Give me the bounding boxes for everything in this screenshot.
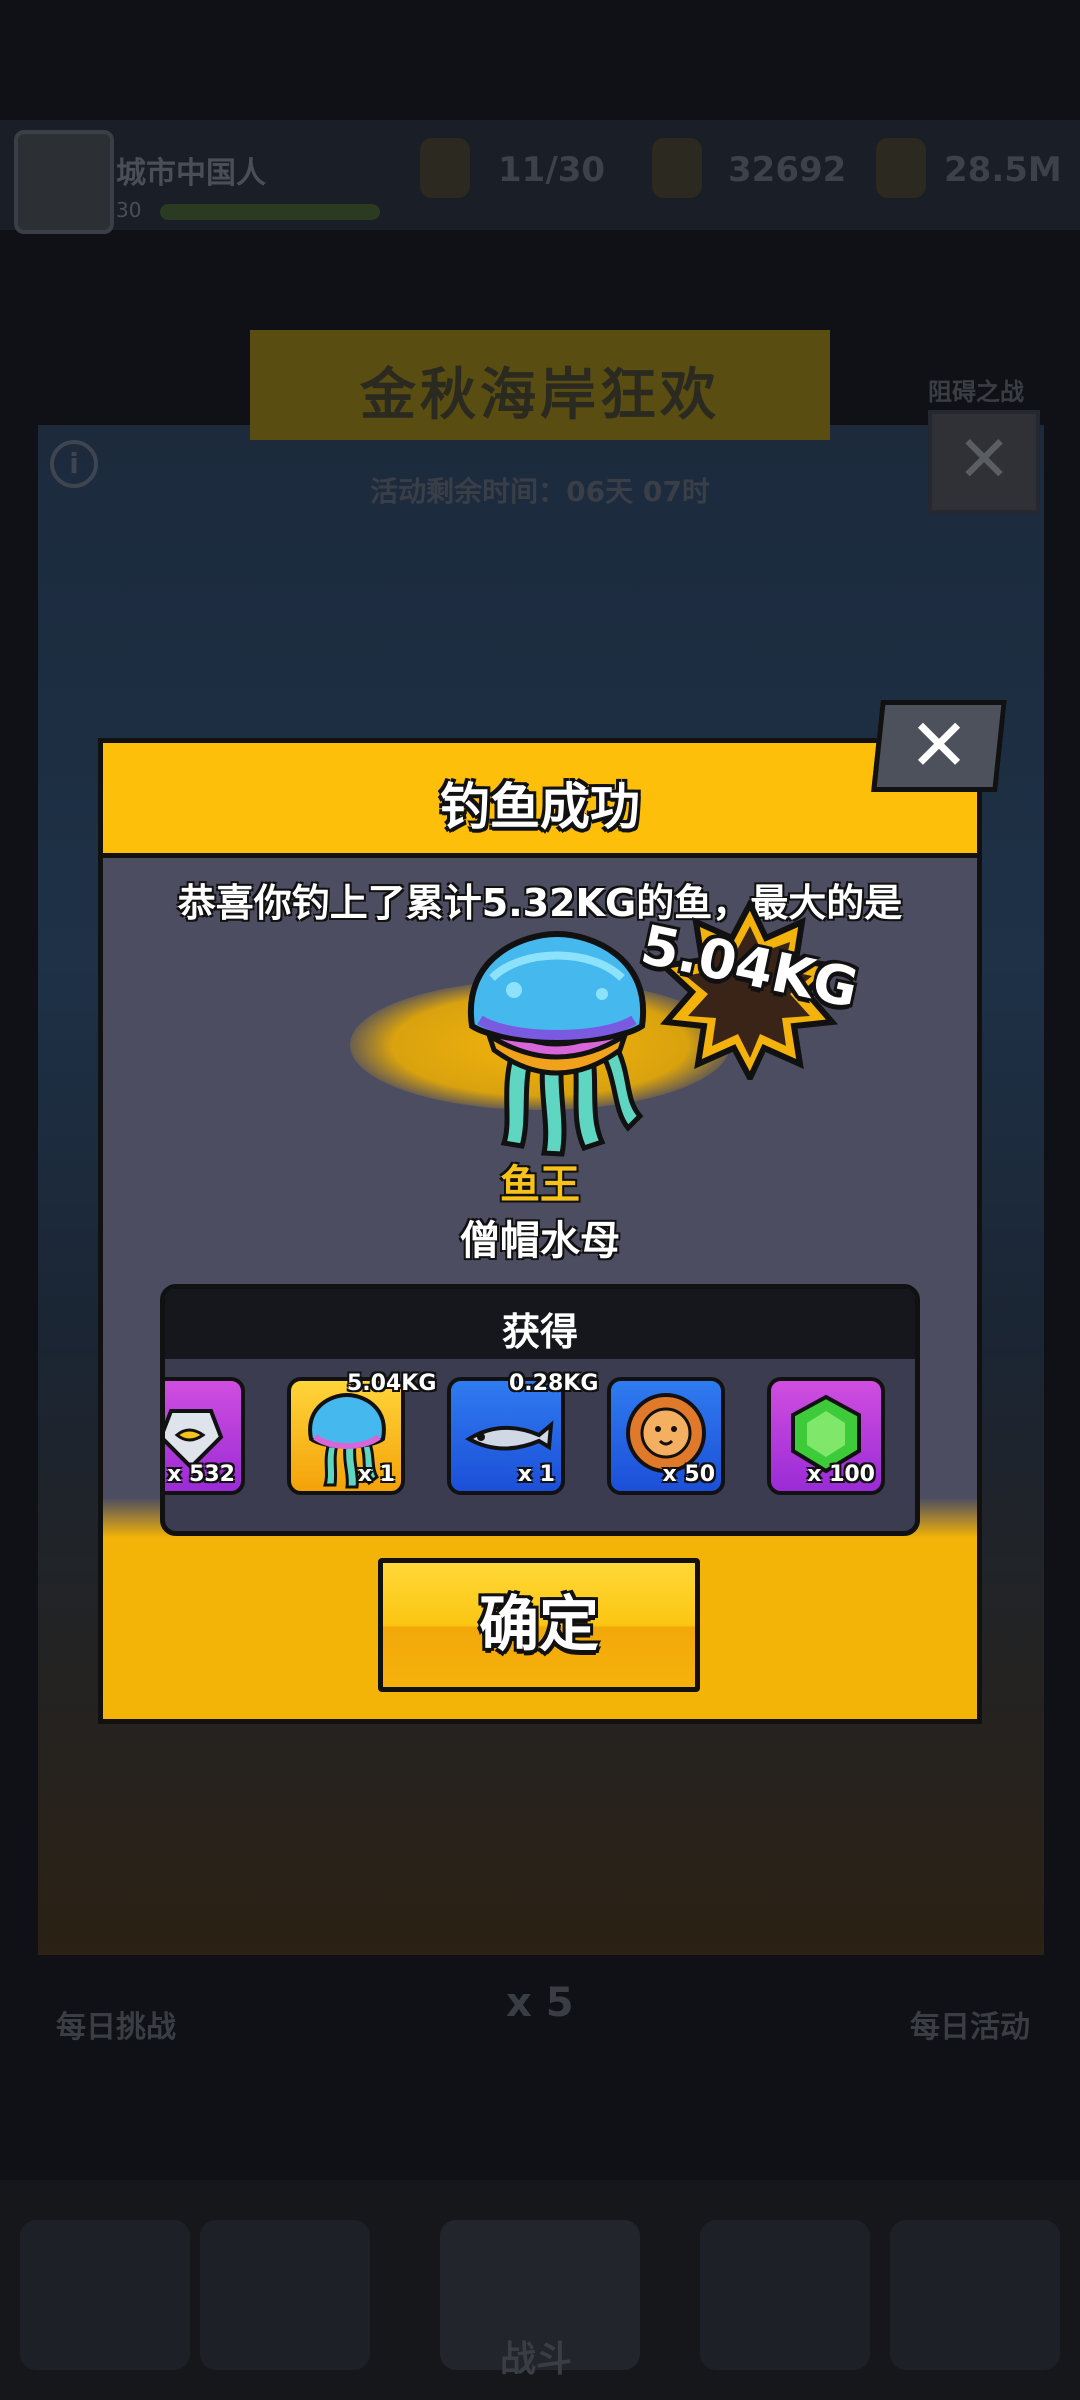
nav-more[interactable] <box>890 2220 1060 2370</box>
reward-qty: x 50 <box>662 1462 715 1487</box>
reward-kg: 0.28KG <box>509 1371 599 1396</box>
reward-qty: x 532 <box>167 1462 235 1487</box>
side-event-label[interactable]: 阻碍之战 <box>928 372 1024 407</box>
reward-kg: 5.04KG <box>347 1371 437 1396</box>
reward-item[interactable]: x 50 <box>607 1377 725 1495</box>
daily-challenge-label[interactable]: 每日挑战 <box>56 2002 176 2046</box>
reward-item[interactable]: 0.28KG x 1 <box>447 1371 598 1495</box>
reward-item[interactable]: 5.04KG x 1 <box>287 1371 436 1495</box>
info-icon[interactable]: i <box>50 440 98 488</box>
reward-qty: x 1 <box>357 1462 395 1487</box>
player-level: 30 <box>116 198 142 222</box>
nav-collection[interactable] <box>700 2220 870 2370</box>
confirm-button[interactable]: 确定 <box>378 1558 700 1692</box>
player-avatar[interactable] <box>14 130 114 234</box>
nav-upgrade[interactable] <box>200 2220 370 2370</box>
reward-title: 获得 <box>501 1310 578 1354</box>
bait-count-label[interactable]: x 5 <box>506 1980 574 2026</box>
daily-event-label[interactable]: 每日活动 <box>910 2002 1030 2046</box>
fish-rank: 鱼王 <box>500 1162 580 1208</box>
energy-icon <box>420 138 470 198</box>
close-icon: ✕ <box>908 703 970 787</box>
cash-count: 28.5M <box>944 150 1062 190</box>
nav-shop[interactable] <box>20 2220 190 2370</box>
dialog-close-button[interactable]: ✕ <box>871 700 1007 792</box>
event-title: 金秋海岸狂欢 <box>360 363 720 428</box>
close-icon: ✕ <box>957 423 1011 497</box>
reward-item[interactable]: x 532 <box>165 1377 245 1495</box>
fish-name: 僧帽水母 <box>460 1218 620 1264</box>
coin-count: 32692 <box>728 150 847 190</box>
reward-item[interactable]: x 100 <box>767 1377 885 1495</box>
dialog-title: 钓鱼成功 <box>440 778 640 836</box>
confirm-label: 确定 <box>479 1590 599 1660</box>
reward-qty: x 100 <box>807 1462 875 1487</box>
event-timer: 活动剩余时间：06天 07时 <box>370 475 710 508</box>
jellyfish-icon <box>467 930 647 1157</box>
reward-header: 获得 <box>165 1289 915 1359</box>
xp-bar <box>160 204 380 220</box>
reward-qty: x 1 <box>517 1462 555 1487</box>
event-close-button[interactable]: ✕ <box>928 410 1040 514</box>
player-name: 城市中国人 <box>116 156 266 191</box>
reward-panel: 获得 x 532 5.04KG x 1 0.28KG x 1 x 50 x 10… <box>160 1284 920 1536</box>
dialog-header: 钓鱼成功 <box>103 743 977 858</box>
cash-icon <box>876 138 926 198</box>
congrats-text: 恭喜你钓上了累计5.32KG的鱼，最大的是 <box>177 881 903 925</box>
reward-row[interactable]: x 532 5.04KG x 1 0.28KG x 1 x 50 x 100 <box>165 1371 915 1517</box>
coin-icon <box>652 138 702 198</box>
energy-count: 11/30 <box>498 150 606 190</box>
nav-battle-label: 战斗 <box>500 2339 573 2380</box>
